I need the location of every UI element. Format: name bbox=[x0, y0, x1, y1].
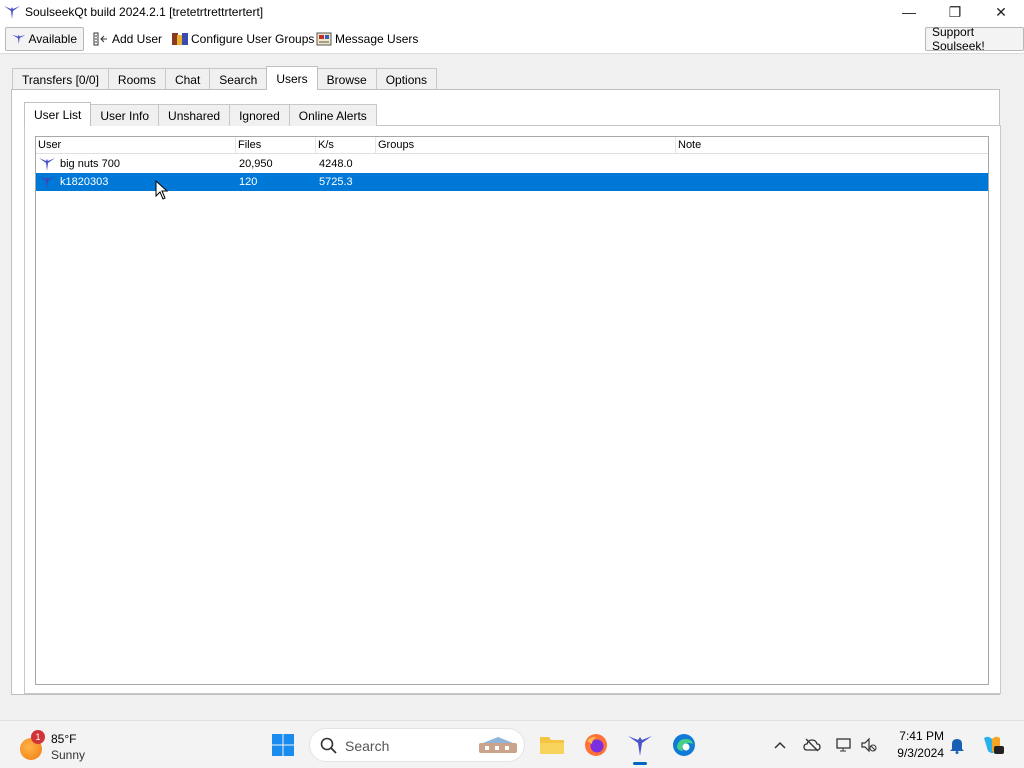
file-explorer-icon bbox=[540, 737, 564, 754]
copilot-button[interactable] bbox=[979, 733, 1005, 757]
tab-users[interactable]: Users bbox=[266, 66, 318, 90]
status-label: Available bbox=[28, 32, 77, 46]
notification-badge: 1 bbox=[31, 730, 45, 744]
status-button[interactable]: Available bbox=[5, 27, 84, 51]
start-button[interactable] bbox=[268, 730, 298, 760]
edge-button[interactable] bbox=[669, 730, 699, 760]
volume-muted-icon bbox=[861, 737, 877, 753]
weather-widget[interactable]: 1 85°F Sunny bbox=[20, 729, 130, 763]
soulseek-icon bbox=[628, 736, 652, 756]
minimize-button[interactable]: — bbox=[886, 0, 932, 24]
network-tray-button[interactable] bbox=[834, 733, 854, 757]
tab-rooms[interactable]: Rooms bbox=[107, 68, 166, 90]
notifications-button[interactable] bbox=[947, 733, 967, 757]
taskbar-search-box[interactable]: Search bbox=[309, 728, 525, 762]
column-header-kps[interactable]: K/s bbox=[316, 137, 376, 154]
windows-start-icon bbox=[272, 734, 294, 756]
configure-user-groups-label: Configure User Groups bbox=[191, 32, 315, 46]
soulseek-user-icon bbox=[39, 176, 55, 189]
tab-unshared[interactable]: Unshared bbox=[158, 104, 231, 126]
user-list-table[interactable]: User Files K/s Groups Note big nuts 700 … bbox=[35, 136, 989, 685]
tab-ignored[interactable]: Ignored bbox=[229, 104, 290, 126]
main-tab-bar: Transfers [0/0] Rooms Chat Search Users … bbox=[12, 66, 438, 90]
clock-date: 9/3/2024 bbox=[897, 746, 944, 760]
soulseek-taskbar-button[interactable] bbox=[625, 730, 655, 760]
edge-icon bbox=[673, 734, 695, 756]
tab-online-alerts[interactable]: Online Alerts bbox=[288, 104, 377, 126]
tab-transfers[interactable]: Transfers [0/0] bbox=[12, 68, 109, 90]
table-header: User Files K/s Groups Note bbox=[36, 137, 988, 154]
weather-condition: Sunny bbox=[51, 748, 86, 762]
show-hidden-icons-button[interactable] bbox=[771, 733, 789, 757]
soulseek-bird-icon bbox=[12, 34, 26, 45]
volume-tray-button[interactable] bbox=[860, 733, 878, 757]
users-sub-tab-bar: User List User Info Unshared Ignored Onl… bbox=[24, 102, 377, 126]
column-header-groups[interactable]: Groups bbox=[376, 137, 676, 154]
user-files: 20,950 bbox=[239, 158, 273, 170]
message-users-icon bbox=[316, 32, 332, 46]
mouse-cursor-icon bbox=[155, 180, 169, 200]
network-icon bbox=[836, 738, 851, 752]
user-speed: 5725.3 bbox=[319, 176, 353, 188]
tab-chat[interactable]: Chat bbox=[164, 68, 211, 90]
close-button[interactable]: ✕ bbox=[978, 0, 1024, 24]
title-bar: SoulseekQt build 2024.2.1 [tretetrtrettr… bbox=[0, 0, 1024, 24]
message-users-label: Message Users bbox=[335, 32, 419, 46]
user-groups-icon bbox=[172, 33, 188, 45]
file-explorer-button[interactable] bbox=[537, 730, 567, 760]
tab-options[interactable]: Options bbox=[375, 68, 438, 90]
firefox-button[interactable] bbox=[581, 730, 611, 760]
table-row[interactable]: big nuts 700 20,950 4248.0 bbox=[36, 155, 988, 173]
cloud-off-icon bbox=[803, 738, 821, 752]
tab-user-info[interactable]: User Info bbox=[90, 104, 160, 126]
window-title: SoulseekQt build 2024.2.1 [tretetrtrettr… bbox=[25, 5, 264, 19]
column-header-files[interactable]: Files bbox=[236, 137, 316, 154]
add-user-icon bbox=[93, 32, 107, 46]
user-speed: 4248.0 bbox=[319, 158, 353, 170]
table-row[interactable]: k1820303 120 5725.3 bbox=[36, 173, 988, 191]
message-users-button[interactable]: Message Users bbox=[310, 27, 424, 51]
user-files: 120 bbox=[239, 176, 258, 188]
tab-search[interactable]: Search bbox=[209, 68, 268, 90]
firefox-icon bbox=[585, 734, 607, 756]
column-header-user[interactable]: User bbox=[36, 137, 236, 154]
support-soulseek-label: Support Soulseek! bbox=[932, 25, 985, 53]
chevron-up-icon bbox=[774, 741, 786, 749]
search-placeholder: Search bbox=[345, 738, 390, 754]
user-name: k1820303 bbox=[60, 176, 109, 188]
soulseek-user-icon bbox=[39, 158, 55, 171]
tab-browse[interactable]: Browse bbox=[316, 68, 377, 90]
add-user-label: Add User bbox=[112, 32, 163, 46]
toolbar: Available Add User Configure User Groups… bbox=[0, 24, 1024, 54]
taskbar-clock[interactable]: 7:41 PM 9/3/2024 bbox=[880, 728, 944, 762]
tab-user-list[interactable]: User List bbox=[24, 102, 92, 126]
search-icon bbox=[320, 737, 337, 754]
onedrive-tray-button[interactable] bbox=[802, 733, 822, 757]
taskbar: 1 85°F Sunny Search 7:41 PM 9/3/2024 bbox=[0, 720, 1024, 768]
active-app-indicator bbox=[633, 762, 647, 765]
soulseek-bird-icon bbox=[4, 6, 20, 19]
user-name: big nuts 700 bbox=[60, 158, 120, 170]
maximize-button[interactable]: ❐ bbox=[932, 0, 978, 24]
column-header-note[interactable]: Note bbox=[676, 137, 988, 154]
copilot-icon bbox=[984, 736, 1004, 754]
support-soulseek-button[interactable]: Support Soulseek! bbox=[925, 25, 1024, 53]
clock-time: 7:41 PM bbox=[899, 729, 944, 743]
add-user-button[interactable]: Add User bbox=[87, 27, 168, 51]
bell-icon bbox=[950, 739, 964, 754]
search-highlight-icon bbox=[479, 737, 517, 753]
weather-temperature: 85°F bbox=[51, 732, 77, 746]
configure-user-groups-button[interactable]: Configure User Groups bbox=[166, 27, 320, 51]
